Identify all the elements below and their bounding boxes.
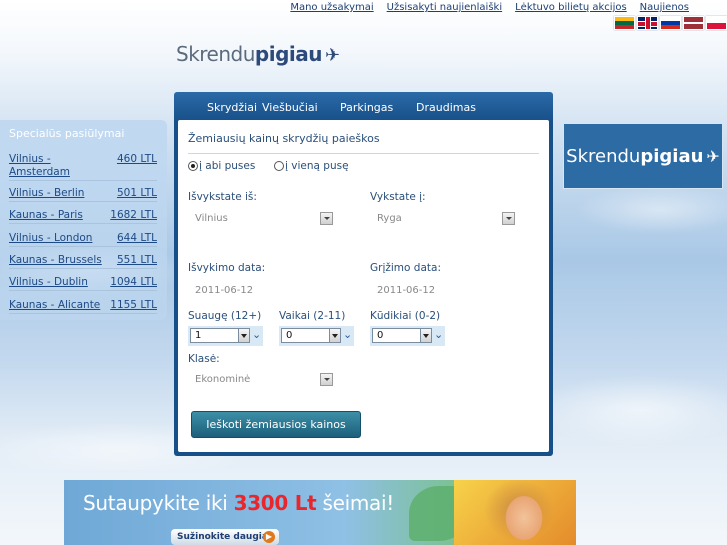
infants-label: Kūdikiai (0-2) xyxy=(370,310,441,322)
offer-route[interactable]: Kaunas - Brussels xyxy=(9,254,102,267)
offer-price[interactable]: 1155 LTL xyxy=(110,299,157,312)
banner-headline: Sutaupykite iki 3300 Lt šeimai! xyxy=(83,491,394,515)
promo-banner[interactable]: Sutaupykite iki 3300 Lt šeimai! Sužinoki… xyxy=(64,480,576,545)
select-arrow-icon xyxy=(329,328,341,343)
link-news[interactable]: Naujienos xyxy=(640,2,689,13)
flag-en-icon[interactable] xyxy=(637,16,658,30)
to-field[interactable]: Ryga xyxy=(377,213,402,224)
from-dropdown-icon[interactable] xyxy=(320,212,333,225)
radio-round-trip[interactable]: į abi puses xyxy=(188,160,255,172)
form-title: Žemiausių kainų skrydžių paieškos xyxy=(188,132,539,154)
from-label: Išvykstate iš: xyxy=(188,191,257,203)
offer-price[interactable]: 551 LTL xyxy=(117,254,157,267)
top-nav: Mano užsakymai Užsisakyti naujienlaiški … xyxy=(290,2,689,13)
plane-icon: ✈ xyxy=(325,45,340,66)
site-logo[interactable]: Skrendupigiau ✈ xyxy=(176,42,340,66)
offer-price[interactable]: 644 LTL xyxy=(117,232,157,245)
radio-label: į vieną pusę xyxy=(285,160,349,172)
class-label: Klasė: xyxy=(188,353,220,365)
arrow-right-icon: ▶ xyxy=(263,531,275,543)
offer-route[interactable]: Vilnius - London xyxy=(9,232,92,245)
children-label: Vaikai (2-11) xyxy=(279,310,346,322)
offer-row[interactable]: Vilnius - London 644 LTL xyxy=(9,232,157,247)
children-value: 0 xyxy=(281,328,331,343)
flight-search-form: Žemiausių kainų skrydžių paieškos į abi … xyxy=(178,120,549,452)
radio-unchecked-icon xyxy=(274,161,284,171)
select-arrow-icon xyxy=(238,328,250,343)
tab-insurance[interactable]: Draudimas xyxy=(416,101,476,114)
return-date-field[interactable]: 2011-06-12 xyxy=(377,285,435,296)
infants-value: 0 xyxy=(372,328,422,343)
banner-amount: 3300 Lt xyxy=(233,491,317,515)
flag-ru-icon[interactable] xyxy=(660,16,681,30)
offer-route[interactable]: Vilnius - Amsterdam xyxy=(9,153,89,179)
offer-price[interactable]: 501 LTL xyxy=(117,187,157,200)
language-selector xyxy=(614,16,727,30)
chevron-down-icon: ⌄ xyxy=(252,328,262,341)
link-newsletter[interactable]: Užsisakyti naujienlaiški xyxy=(387,2,502,13)
tab-parking[interactable]: Parkingas xyxy=(340,101,393,114)
search-button[interactable]: Ieškoti žemiausios kainos xyxy=(191,411,361,438)
special-offers-panel: Specialūs pasiūlymai Vilnius - Amsterdam… xyxy=(0,120,167,320)
flag-pl-icon[interactable] xyxy=(706,16,727,30)
ad-text-1: Skrendu xyxy=(566,145,641,167)
adults-label: Suaugę (12+) xyxy=(188,310,262,322)
banner-text-2: šeimai! xyxy=(322,491,394,515)
to-dropdown-icon[interactable] xyxy=(502,212,515,225)
to-label: Vykstate į: xyxy=(370,191,426,203)
adults-value: 1 xyxy=(190,328,240,343)
flag-lt-icon[interactable] xyxy=(614,16,635,30)
link-my-orders[interactable]: Mano užsakymai xyxy=(290,2,373,13)
learn-more-button[interactable]: Sužinokite daugiau ▶ xyxy=(171,529,279,545)
offer-row[interactable]: Kaunas - Brussels 551 LTL xyxy=(9,254,157,269)
radio-checked-icon xyxy=(188,161,198,171)
offer-route[interactable]: Vilnius - Dublin xyxy=(9,276,88,289)
logo-text-2: pigiau xyxy=(254,42,323,66)
chevron-down-icon: ⌄ xyxy=(434,328,444,341)
class-field[interactable]: Ekonominė xyxy=(195,374,250,385)
link-ticket-deals[interactable]: Lėktuvo bilietų akcijos xyxy=(515,2,627,13)
plane-icon: ✈ xyxy=(706,146,720,166)
offer-price[interactable]: 1094 LTL xyxy=(110,276,157,289)
infants-select[interactable]: 0 ⌄ xyxy=(370,326,445,346)
offer-route[interactable]: Kaunas - Alicante xyxy=(9,299,100,312)
side-ad-logo[interactable]: Skrendu pigiau ✈ xyxy=(563,123,723,189)
logo-text-1: Skrendu xyxy=(176,42,255,66)
depart-label: Išvykimo data: xyxy=(188,262,266,274)
adults-select[interactable]: 1 ⌄ xyxy=(188,326,263,346)
offer-price[interactable]: 1682 LTL xyxy=(110,209,157,222)
offer-row[interactable]: Kaunas - Paris 1682 LTL xyxy=(9,209,157,224)
from-field[interactable]: Vilnius xyxy=(195,213,228,224)
depart-date-field[interactable]: 2011-06-12 xyxy=(195,285,253,296)
offer-price[interactable]: 460 LTL xyxy=(117,153,157,179)
offers-title: Specialūs pasiūlymai xyxy=(9,127,125,140)
offer-row[interactable]: Vilnius - Amsterdam 460 LTL xyxy=(9,153,157,181)
radio-label: į abi puses xyxy=(199,160,256,172)
tab-flights[interactable]: Skrydžiai xyxy=(207,101,257,114)
return-label: Grįžimo data: xyxy=(370,262,441,274)
banner-text-1: Sutaupykite iki xyxy=(83,491,228,515)
ad-text-2: pigiau xyxy=(640,145,704,167)
radio-one-way[interactable]: į vieną pusę xyxy=(274,160,349,172)
search-panel: Skrydžiai Viešbučiai Parkingas Draudimas… xyxy=(174,92,553,456)
child-photo xyxy=(454,480,576,545)
flag-lv-icon[interactable] xyxy=(683,16,704,30)
tab-hotels[interactable]: Viešbučiai xyxy=(262,101,318,114)
offer-row[interactable]: Kaunas - Alicante 1155 LTL xyxy=(9,299,157,314)
chevron-down-icon: ⌄ xyxy=(343,328,353,341)
class-dropdown-icon[interactable] xyxy=(320,373,333,386)
offer-route[interactable]: Vilnius - Berlin xyxy=(9,187,84,200)
select-arrow-icon xyxy=(420,328,432,343)
offer-row[interactable]: Vilnius - Berlin 501 LTL xyxy=(9,187,157,202)
learn-more-label: Sužinokite daugiau xyxy=(177,532,275,542)
children-select[interactable]: 0 ⌄ xyxy=(279,326,354,346)
offer-route[interactable]: Kaunas - Paris xyxy=(9,209,83,222)
offer-row[interactable]: Vilnius - Dublin 1094 LTL xyxy=(9,276,157,291)
